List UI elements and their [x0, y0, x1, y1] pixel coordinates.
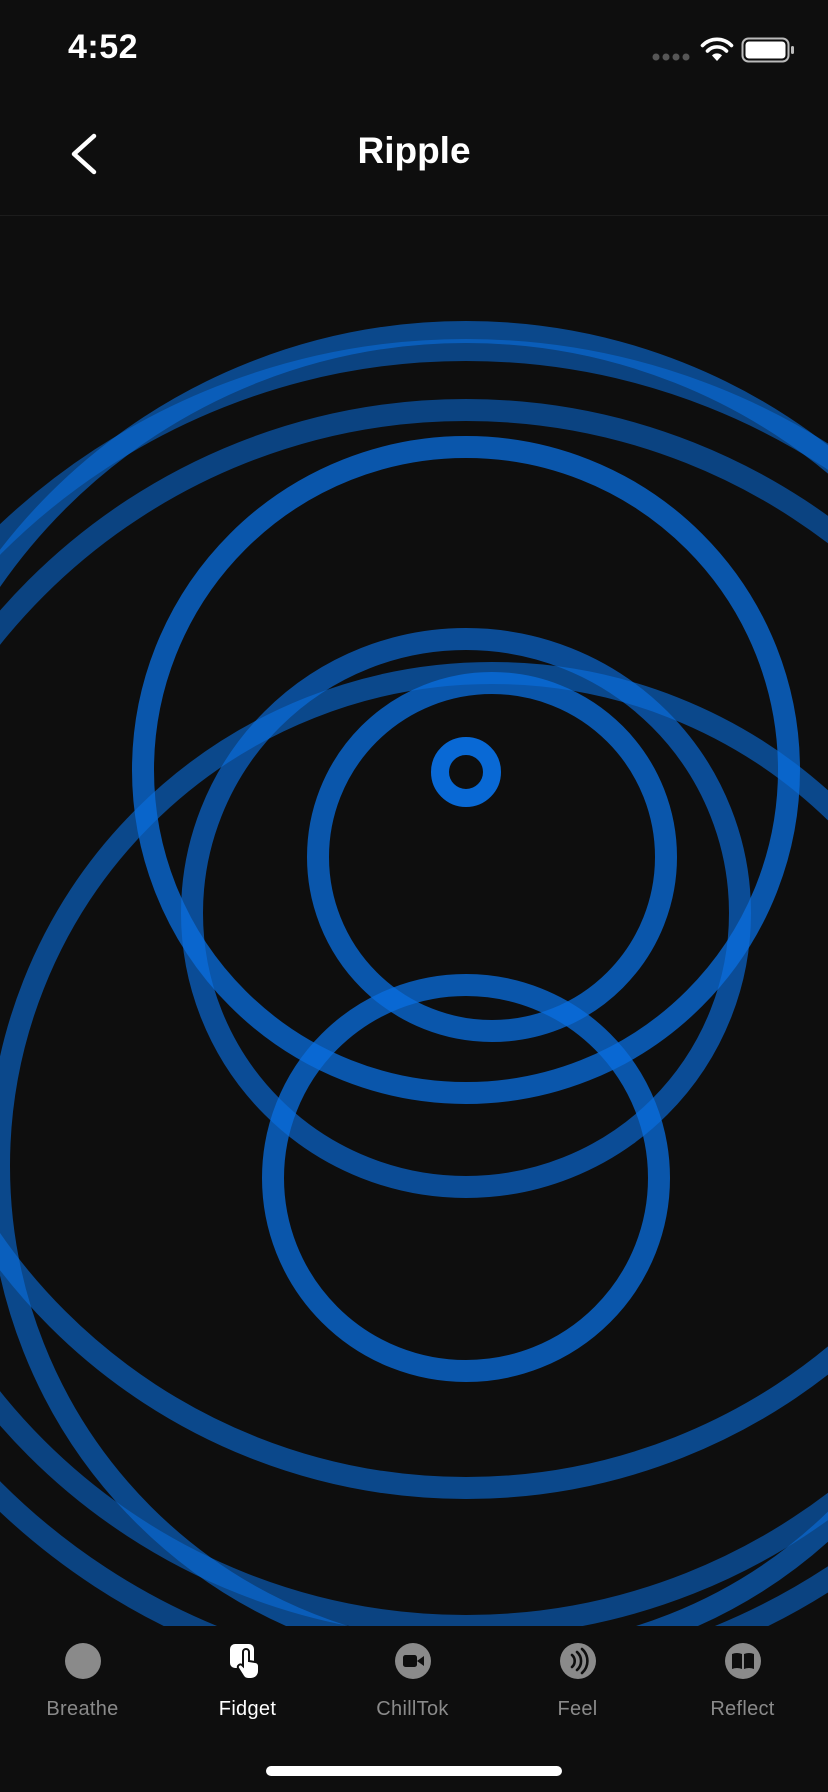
navigation-bar: Ripple: [0, 100, 828, 216]
tab-chilltok[interactable]: ChillTok: [330, 1642, 495, 1752]
tab-breathe[interactable]: Breathe: [0, 1642, 165, 1752]
ripple-canvas[interactable]: [0, 216, 828, 1626]
vibration-icon: [560, 1643, 596, 1679]
home-indicator[interactable]: [266, 1766, 562, 1776]
hand-tap-icon: [230, 1644, 260, 1680]
page-title: Ripple: [357, 130, 471, 171]
tab-label: Reflect: [710, 1698, 775, 1720]
tab-label: Breathe: [46, 1698, 119, 1720]
tab-label: ChillTok: [376, 1698, 449, 1720]
tab-label: Fidget: [218, 1698, 277, 1720]
tab-fidget[interactable]: Fidget: [165, 1642, 330, 1752]
cellular-signal-icon: [652, 53, 690, 61]
video-camera-icon: [395, 1643, 431, 1679]
book-icon: [725, 1643, 761, 1679]
status-bar: 4:52: [0, 0, 828, 100]
circle-icon: [65, 1643, 101, 1679]
tab-feel[interactable]: Feel: [495, 1642, 660, 1752]
tab-reflect[interactable]: Reflect: [660, 1642, 825, 1752]
wifi-icon: [700, 37, 734, 61]
ripple-ring: [431, 737, 501, 807]
status-time: 4:52: [68, 28, 139, 66]
battery-icon: [741, 37, 794, 63]
tab-label: Feel: [557, 1698, 598, 1720]
ripple-drawing: [0, 321, 828, 1626]
